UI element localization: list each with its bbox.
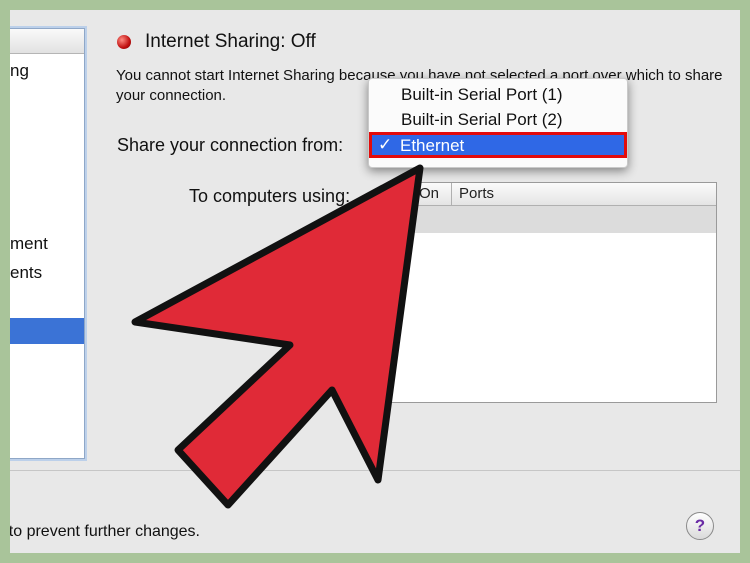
sharing-status: Internet Sharing: Off (145, 31, 316, 52)
share-from-label: Share your connection from: (117, 135, 344, 155)
service-item-selected[interactable] (10, 318, 84, 344)
share-from-dropdown-menu[interactable]: Built-in Serial Port (1) Built-in Serial… (368, 78, 628, 168)
help-icon[interactable]: ? (686, 512, 714, 540)
menu-item-ethernet-label: Ethernet (400, 136, 465, 155)
status-indicator-icon (117, 35, 131, 49)
lock-status-text: Click the lock to prevent further change… (10, 523, 200, 540)
service-item[interactable]: ents (10, 263, 42, 283)
services-list-header (10, 29, 84, 54)
sharing-services-list[interactable]: ng ment ents (10, 28, 85, 459)
menu-item-serial-2[interactable]: Built-in Serial Port (2) (401, 110, 563, 130)
ports-table[interactable]: On Ports (388, 182, 717, 403)
column-ports[interactable]: Ports (459, 185, 494, 202)
lock-text-clip: Click the lock to prevent further change… (10, 523, 200, 545)
to-computers-label: To computers using: (189, 186, 351, 206)
footer-divider (10, 470, 740, 471)
menu-item-ethernet[interactable]: ✓ Ethernet (369, 132, 627, 158)
service-item[interactable]: ng (10, 61, 29, 81)
service-item[interactable]: ment (10, 234, 48, 254)
table-row[interactable] (389, 206, 716, 233)
menu-item-serial-1[interactable]: Built-in Serial Port (1) (401, 85, 563, 105)
ports-table-header: On Ports (389, 183, 716, 206)
column-divider (451, 183, 452, 205)
system-preferences-window: ng ment ents Internet Sharing: Off You c… (10, 10, 740, 553)
checkmark-icon: ✓ (378, 135, 393, 154)
column-on[interactable]: On (419, 185, 439, 202)
